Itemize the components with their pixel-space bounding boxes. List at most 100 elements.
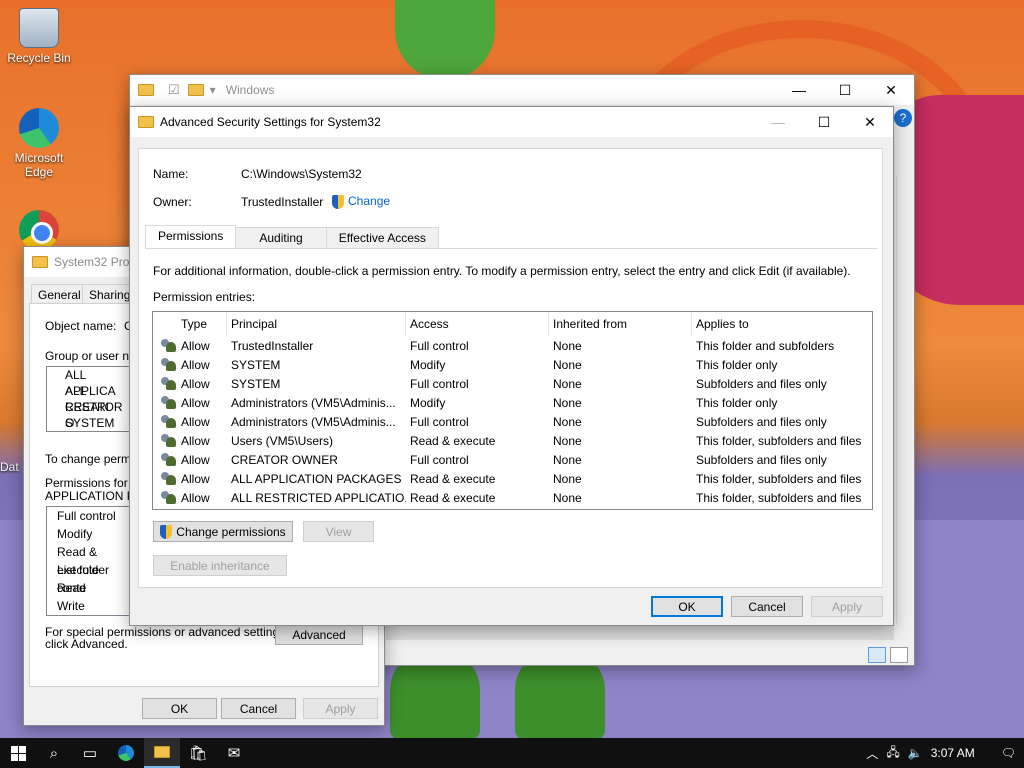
permission-list: Full control Modify Read & execute List … [46, 506, 130, 616]
explorer-scrollbar[interactable] [896, 175, 912, 625]
file-explorer-taskbar-icon[interactable] [144, 738, 180, 768]
name-label: Name: [153, 167, 189, 181]
column-principal[interactable]: Principal [227, 312, 406, 336]
cell-principal: ALL RESTRICTED APPLICATIO... [231, 490, 406, 505]
ok-button[interactable]: OK [142, 698, 217, 719]
list-item[interactable]: CREATOR O [47, 399, 129, 430]
cancel-button[interactable]: Cancel [221, 698, 296, 719]
view-button[interactable]: View [303, 521, 374, 542]
help-icon[interactable]: ? [894, 109, 912, 127]
enable-inheritance-button[interactable]: Enable inheritance [153, 555, 287, 576]
task-view-icon[interactable]: ▭ [72, 738, 108, 768]
column-inherited-from[interactable]: Inherited from [549, 312, 692, 336]
table-header: Type Principal Access Inherited from App… [153, 312, 872, 336]
user-group-icon [161, 452, 177, 467]
start-button[interactable] [0, 738, 36, 768]
desktop-icon-edge[interactable]: Microsoft Edge [4, 108, 74, 179]
cell-type: Allow [181, 471, 210, 486]
properties-quick-icon[interactable]: ☑ [168, 82, 180, 98]
advanced-panel: Name: C:\Windows\System32 Owner: Trusted… [138, 148, 883, 588]
mail-icon[interactable]: ✉ [216, 738, 252, 768]
info-text: For additional information, double-click… [153, 264, 851, 278]
table-row[interactable]: Allow Users (VM5\Users) Read & execute None… [153, 431, 872, 450]
table-row[interactable]: Allow ALL RESTRICTED APPLICATIO... Read & … [153, 488, 872, 507]
chrome-icon [19, 210, 59, 250]
chevron-up-icon[interactable]: ︿ [866, 745, 878, 762]
table-row[interactable]: Allow CREATOR OWNER Full control None Subfol… [153, 450, 872, 469]
special-permissions-text-2: click Advanced. [45, 637, 128, 651]
maximize-button[interactable]: ☐ [801, 107, 847, 137]
new-folder-quick-icon[interactable] [187, 84, 204, 96]
apply-button[interactable]: Apply [811, 596, 883, 617]
close-button[interactable]: ✕ [868, 75, 914, 105]
advanced-button[interactable]: Advanced [275, 624, 363, 645]
cell-inherited-from: None [553, 490, 582, 505]
column-access[interactable]: Access [406, 312, 549, 336]
advanced-security-dialog[interactable]: Advanced Security Settings for System32 … [129, 106, 894, 626]
column-applies-to[interactable]: Applies to [692, 312, 872, 336]
store-icon[interactable]: 🛍 [180, 738, 216, 768]
table-row[interactable]: Allow ALL APPLICATION PACKAGES Read & exec… [153, 469, 872, 488]
cell-applies-to: This folder, subfolders and files [696, 490, 862, 505]
cell-access: Full control [410, 452, 469, 467]
change-permissions-button[interactable]: Change permissions [153, 521, 293, 542]
apply-button[interactable]: Apply [303, 698, 378, 719]
user-group-icon [161, 471, 177, 486]
list-item: List folder conte [57, 563, 110, 595]
tab-auditing[interactable]: Auditing [235, 227, 327, 249]
cell-type: Allow [181, 395, 210, 410]
network-icon[interactable]: 🖧 [886, 743, 899, 764]
tab-permissions[interactable]: Permissions [145, 225, 237, 249]
details-view-icon[interactable] [868, 647, 886, 663]
search-icon[interactable]: ⌕ [36, 738, 72, 768]
cancel-button[interactable]: Cancel [731, 596, 803, 617]
table-row[interactable]: Allow SYSTEM Modify None This folder only [153, 355, 872, 374]
table-row[interactable]: Allow Administrators (VM5\Adminis... Full … [153, 412, 872, 431]
wallpaper-character-head [395, 0, 495, 80]
system-tray: ︿ 🖧 🔈 3:07 AM 🗨 [866, 738, 1024, 768]
list-item: Full control [57, 509, 116, 523]
maximize-button[interactable]: ☐ [822, 75, 868, 105]
tab-effective-access[interactable]: Effective Access [325, 227, 439, 249]
ok-button[interactable]: OK [651, 596, 723, 617]
cell-principal: SYSTEM [231, 357, 281, 372]
desktop-icon-recycle-bin[interactable]: Recycle Bin [4, 8, 74, 65]
large-icons-view-icon[interactable] [890, 647, 908, 663]
clock[interactable]: 3:07 AM [931, 746, 975, 760]
notifications-icon[interactable]: 🗨 [1001, 746, 1016, 760]
chevron-down-icon[interactable]: ▾ [210, 83, 216, 97]
table-row[interactable]: Allow SYSTEM Full control None Subfolders an… [153, 374, 872, 393]
cell-access: Full control [410, 376, 469, 391]
change-owner-link[interactable]: Change [332, 194, 390, 209]
table-row[interactable]: Allow TrustedInstaller Full control None Thi… [153, 336, 872, 355]
tab-general[interactable]: General [31, 284, 88, 304]
advanced-titlebar[interactable]: Advanced Security Settings for System32 … [130, 107, 893, 137]
table-row[interactable]: Allow Administrators (VM5\Adminis... Modif… [153, 393, 872, 412]
cell-applies-to: This folder, subfolders and files [696, 433, 862, 448]
close-button[interactable]: ✕ [847, 107, 893, 137]
cell-inherited-from: None [553, 452, 582, 467]
cell-applies-to: Subfolders and files only [696, 414, 827, 429]
permission-entries-table[interactable]: Type Principal Access Inherited from App… [152, 311, 873, 510]
user-group-icon [161, 395, 177, 410]
cell-inherited-from: None [553, 338, 582, 353]
cell-type: Allow [181, 357, 210, 372]
edge-taskbar-icon[interactable] [108, 738, 144, 768]
minimize-button[interactable]: — [755, 107, 801, 137]
group-list[interactable]: ALL APPLICA ALL RESTRI CREATOR O SYSTEM [46, 366, 130, 432]
volume-icon[interactable]: 🔈 [908, 746, 923, 760]
list-item[interactable]: SYSTEM [47, 415, 129, 431]
explorer-h-scrollbar[interactable] [386, 626, 894, 640]
user-group-icon [161, 433, 177, 448]
folder-icon [138, 84, 154, 96]
change-owner-label: Change [348, 194, 391, 208]
minimize-button[interactable]: — [776, 75, 822, 105]
explorer-title: Windows [225, 83, 275, 97]
column-type[interactable]: Type [177, 312, 227, 336]
list-item[interactable]: ALL APPLICA [47, 367, 129, 398]
uac-shield-icon [332, 194, 344, 209]
explorer-titlebar[interactable]: ☑ ▾ Windows — ☐ ✕ [130, 75, 914, 105]
tab-strip: Permissions Auditing Effective Access [145, 225, 439, 249]
change-perms-text: To change permis [45, 452, 140, 466]
object-name-label: Object name: [45, 319, 117, 333]
